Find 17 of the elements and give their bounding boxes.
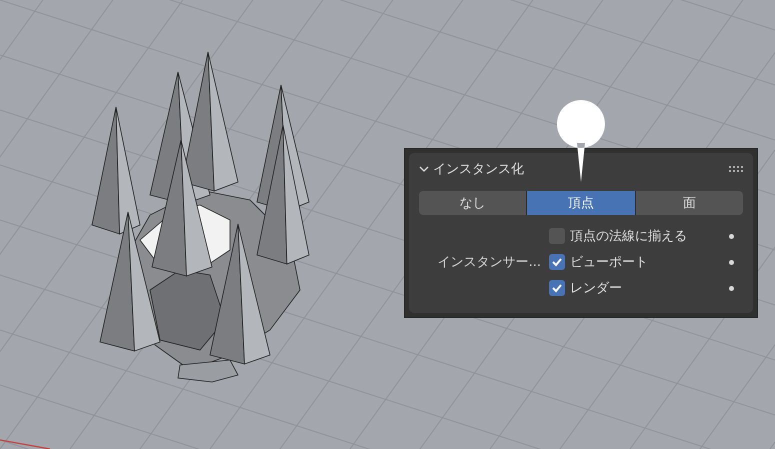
- panel-title[interactable]: インスタンス化: [433, 160, 725, 178]
- mode-tab[interactable]: なし: [419, 191, 526, 215]
- checkbox-label[interactable]: レンダー: [570, 279, 622, 297]
- grip-icon[interactable]: [729, 166, 743, 172]
- checkbox[interactable]: [549, 280, 565, 296]
- option-group-label: インスタンサー...: [436, 254, 542, 271]
- checkmark-icon: [551, 256, 563, 268]
- mode-tab[interactable]: 頂点: [527, 191, 635, 215]
- dot-icon[interactable]: [728, 286, 734, 290]
- checkbox-label[interactable]: 頂点の法線に揃える: [570, 227, 687, 245]
- chevron-icon[interactable]: [419, 165, 429, 173]
- checkbox-label[interactable]: ビューポート: [570, 253, 648, 271]
- checkmark-icon: [551, 282, 563, 294]
- mode-tab[interactable]: 面: [636, 191, 743, 215]
- checkbox[interactable]: [549, 254, 565, 270]
- dot-icon[interactable]: [728, 260, 734, 264]
- dot-icon[interactable]: [728, 234, 734, 238]
